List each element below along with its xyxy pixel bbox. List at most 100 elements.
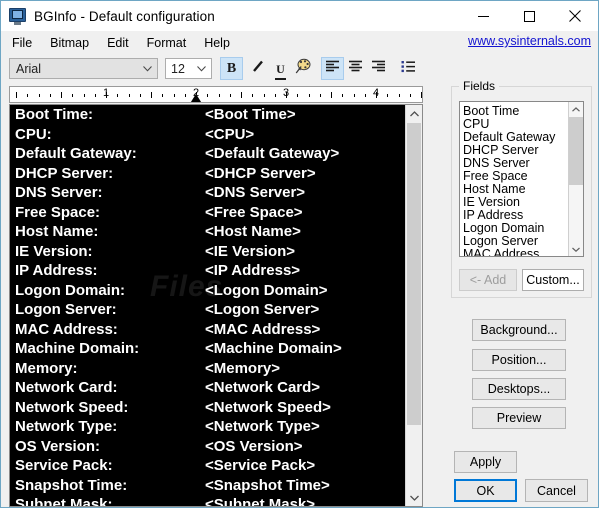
ruler-tick — [387, 94, 388, 97]
ruler-tick — [61, 92, 62, 98]
ruler-tick — [50, 94, 51, 97]
chevron-down-icon — [139, 65, 155, 72]
preview-button[interactable]: Preview — [472, 407, 566, 429]
editor-content[interactable]: Files Boot Time: <Boot Time> CPU: <CPU> Defa… — [10, 105, 405, 506]
editor-row-value: <Free Space> — [205, 203, 303, 221]
editor-row: DHCP Server: <DHCP Server> — [10, 164, 405, 184]
underline-button[interactable]: U — [269, 57, 292, 80]
editor-row: OS Version: <OS Version> — [10, 437, 405, 457]
window-controls — [460, 1, 598, 31]
ruler-tick — [185, 94, 186, 97]
position-button[interactable]: Position... — [472, 349, 566, 371]
fields-items: Boot Time CPU Default Gateway DHCP Server DN… — [460, 102, 583, 257]
editor-row-value: <Network Card> — [205, 379, 321, 396]
window-title: BGInfo - Default configuration — [34, 8, 215, 24]
ruler[interactable]: 1234 — [9, 86, 423, 103]
editor-row: CPU: <CPU> — [10, 125, 405, 145]
config-text-editor[interactable]: Files Boot Time: <Boot Time> CPU: <CPU> Defa… — [9, 104, 423, 507]
apply-button[interactable]: Apply — [454, 451, 517, 473]
editor-row-label: Snapshot Time: — [15, 476, 128, 494]
bullet-list-button[interactable] — [397, 57, 420, 80]
fields-scroll-thumb[interactable] — [569, 117, 583, 185]
ruler-tick — [95, 94, 96, 97]
font-family-value: Arial — [16, 61, 42, 76]
menu-edit[interactable]: Edit — [98, 33, 138, 53]
scroll-down-icon[interactable] — [406, 489, 422, 506]
align-center-button[interactable] — [344, 57, 367, 80]
font-size-combobox[interactable]: 12 — [165, 58, 212, 79]
align-right-button[interactable] — [367, 57, 390, 80]
bold-button[interactable]: B — [220, 57, 243, 80]
scroll-up-icon[interactable] — [406, 105, 422, 122]
ruler-tick — [207, 94, 208, 97]
ruler-tick — [354, 94, 355, 97]
fields-scroll-up-icon[interactable] — [569, 102, 583, 116]
desktops-button[interactable]: Desktops... — [472, 378, 566, 400]
menu-file[interactable]: File — [3, 33, 41, 53]
menu-help[interactable]: Help — [195, 33, 239, 53]
editor-row-value: <Snapshot Time> — [205, 476, 330, 494]
background-button[interactable]: Background... — [472, 319, 566, 341]
editor-row-label: Network Speed: — [15, 398, 129, 416]
editor-row-value: <OS Version> — [205, 437, 303, 455]
editor-row: IE Version: <IE Version> — [10, 242, 405, 262]
ruler-tick — [331, 92, 332, 98]
ruler-tick — [309, 94, 310, 97]
editor-row-label: Network Type: — [15, 418, 118, 435]
maximize-icon[interactable] — [506, 1, 552, 31]
editor-row-value: <Host Name> — [205, 223, 301, 240]
ruler-tick — [421, 92, 422, 98]
ruler-tick — [117, 94, 118, 97]
font-family-combobox[interactable]: Arial — [9, 58, 158, 79]
editor-row: Subnet Mask: <Subnet Mask> — [10, 495, 405, 506]
editor-row-value: <Default Gateway> — [205, 145, 340, 162]
ruler-tick — [72, 94, 73, 97]
underline-icon: U — [275, 60, 286, 80]
editor-row-label: Service Pack: — [15, 457, 113, 474]
sysinternals-link[interactable]: www.sysinternals.com — [468, 34, 591, 48]
editor-row-value: <IP Address> — [205, 262, 301, 279]
ruler-tick — [27, 94, 28, 97]
editor-row-label: Host Name: — [15, 223, 99, 240]
scroll-thumb[interactable] — [407, 123, 421, 425]
fields-scrollbar[interactable] — [568, 102, 583, 256]
title-bar: BGInfo - Default configuration — [1, 1, 598, 31]
editor-row-value: <Subnet Mask> — [205, 496, 316, 506]
italic-button[interactable] — [246, 57, 269, 80]
editor-row: IP Address: <IP Address> — [10, 261, 405, 281]
fields-list-item[interactable]: MAC Address — [460, 248, 583, 257]
close-icon[interactable] — [552, 1, 598, 31]
fields-listbox[interactable]: Boot Time CPU Default Gateway DHCP Server DN… — [459, 101, 584, 257]
editor-row-label: IP Address: — [15, 262, 98, 279]
text-color-button[interactable] — [291, 57, 314, 80]
editor-row: Network Type: <Network Type> — [10, 417, 405, 437]
editor-row-value: <MAC Address> — [205, 320, 321, 338]
ruler-tick — [151, 92, 152, 98]
ruler-tick — [399, 94, 400, 97]
ruler-tick — [84, 94, 85, 97]
editor-row-value: <Logon Domain> — [205, 281, 328, 299]
custom-field-button[interactable]: Custom... — [522, 269, 584, 291]
editor-row: Network Card: <Network Card> — [10, 378, 405, 398]
bginfo-window: BGInfo - Default configuration File Bitm… — [0, 0, 599, 508]
ruler-number: 1 — [102, 87, 110, 99]
menu-format[interactable]: Format — [138, 33, 196, 53]
editor-row-value: <CPU> — [205, 125, 255, 143]
bold-icon: B — [226, 60, 237, 76]
ruler-tick — [410, 94, 411, 97]
tab-stop-marker[interactable] — [191, 94, 201, 102]
align-left-button[interactable] — [321, 57, 344, 80]
cancel-button[interactable]: Cancel — [525, 479, 588, 502]
editor-row-value: <Memory> — [205, 359, 281, 377]
editor-row-value: <Logon Server> — [205, 301, 320, 318]
fields-scroll-down-icon[interactable] — [569, 242, 583, 256]
add-field-button[interactable]: <- Add — [459, 269, 517, 291]
fields-legend: Fields — [459, 79, 500, 93]
editor-row-value: <IE Version> — [205, 242, 296, 260]
menu-bitmap[interactable]: Bitmap — [41, 33, 98, 53]
ok-button[interactable]: OK — [454, 479, 517, 502]
editor-row: Network Speed: <Network Speed> — [10, 398, 405, 418]
minimize-icon[interactable] — [460, 1, 506, 31]
editor-scrollbar[interactable] — [405, 105, 422, 506]
ruler-tick — [230, 94, 231, 97]
